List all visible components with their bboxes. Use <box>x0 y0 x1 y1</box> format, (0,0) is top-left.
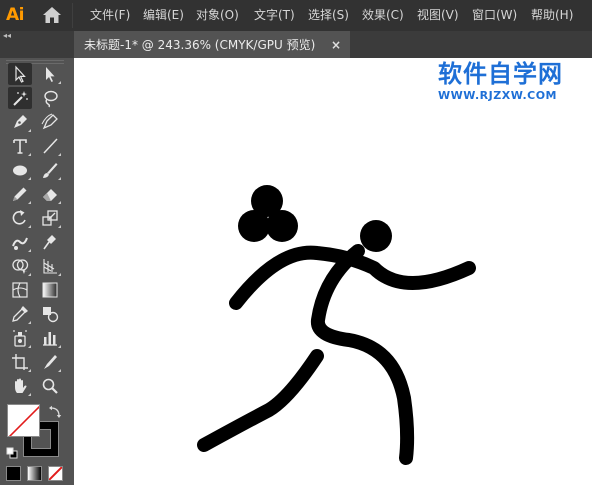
watermark-url: WWW.RJZXW.COM <box>438 89 557 102</box>
perspective-grid-tool-icon[interactable] <box>38 255 62 277</box>
tool-flyout-indicator <box>28 225 31 228</box>
free-transform-tool-icon[interactable] <box>38 231 62 253</box>
color-mode-button[interactable] <box>6 466 21 481</box>
menu-help[interactable]: 帮助(H) <box>531 7 573 23</box>
app-logo: Ai <box>6 5 24 25</box>
shape-builder-tool-icon[interactable] <box>8 255 32 277</box>
close-tab-icon[interactable]: × <box>331 37 341 53</box>
pencil-tool-icon[interactable] <box>8 183 32 205</box>
runner-pictogram <box>197 185 476 465</box>
ellipse-tool-icon[interactable] <box>8 159 32 181</box>
selection-tool-icon[interactable] <box>8 63 32 85</box>
direct-selection-tool-icon[interactable] <box>38 63 62 85</box>
tools-panel <box>0 58 70 485</box>
eraser-tool-icon[interactable] <box>38 183 62 205</box>
none-mode-button[interactable] <box>48 466 63 481</box>
scale-tool-icon[interactable] <box>38 207 62 229</box>
magic-wand-tool-icon[interactable] <box>8 87 32 109</box>
document-tab-label: 未标题-1* @ 243.36% (CMYK/GPU 预览) <box>84 38 316 52</box>
home-icon[interactable] <box>42 6 62 24</box>
tool-flyout-indicator <box>28 177 31 180</box>
gradient-mode-button[interactable] <box>27 466 42 481</box>
tool-flyout-indicator <box>58 201 61 204</box>
column-graph-tool-icon[interactable] <box>38 327 62 349</box>
tool-flyout-indicator <box>58 369 61 372</box>
menu-view[interactable]: 视图(V) <box>417 7 459 23</box>
tool-flyout-indicator <box>28 345 31 348</box>
fill-color-swatch[interactable] <box>7 404 40 437</box>
tool-flyout-indicator <box>28 321 31 324</box>
tool-flyout-indicator <box>58 153 61 156</box>
menu-edit[interactable]: 编辑(E) <box>143 7 184 23</box>
tool-flyout-indicator <box>28 201 31 204</box>
tool-flyout-indicator <box>28 273 31 276</box>
tool-flyout-indicator <box>28 369 31 372</box>
eyedropper-tool-icon[interactable] <box>8 303 32 325</box>
document-tab[interactable]: 未标题-1* @ 243.36% (CMYK/GPU 预览) × <box>74 31 350 58</box>
menu-file[interactable]: 文件(F) <box>90 7 130 23</box>
menu-select[interactable]: 选择(S) <box>308 7 349 23</box>
tool-flyout-indicator <box>58 81 61 84</box>
artboard-tool-icon[interactable] <box>8 351 32 373</box>
tool-flyout-indicator <box>58 225 61 228</box>
tool-flyout-indicator <box>28 153 31 156</box>
menu-separator <box>72 3 73 28</box>
slice-tool-icon[interactable] <box>38 351 62 373</box>
mesh-tool-icon[interactable] <box>8 279 32 301</box>
menu-object[interactable]: 对象(O) <box>196 7 239 23</box>
menu-window[interactable]: 窗口(W) <box>472 7 517 23</box>
menu-type[interactable]: 文字(T) <box>254 7 295 23</box>
collapse-panel-icon[interactable]: ◂◂ <box>3 31 19 41</box>
hand-tool-icon[interactable] <box>8 375 32 397</box>
tool-flyout-indicator <box>58 345 61 348</box>
ball-right <box>266 210 298 242</box>
tool-flyout-indicator <box>28 393 31 396</box>
pen-tool-icon[interactable] <box>8 111 32 133</box>
watermark-title: 软件自学网 <box>438 60 563 88</box>
ball-left <box>238 210 270 242</box>
paintbrush-tool-icon[interactable] <box>38 159 62 181</box>
zoom-tool-icon[interactable] <box>38 375 62 397</box>
default-fill-stroke-icon[interactable] <box>6 444 18 459</box>
tool-flyout-indicator <box>28 249 31 252</box>
swap-fill-stroke-icon[interactable] <box>48 404 62 418</box>
blend-tool-icon[interactable] <box>38 303 62 325</box>
tool-flyout-indicator <box>28 129 31 132</box>
lasso-tool-icon[interactable] <box>38 87 62 109</box>
line-segment-tool-icon[interactable] <box>38 135 62 157</box>
tool-flyout-indicator <box>58 273 61 276</box>
artboard-canvas[interactable] <box>74 58 592 485</box>
curvature-tool-icon[interactable] <box>38 111 62 133</box>
tool-flyout-indicator <box>58 177 61 180</box>
rotate-tool-icon[interactable] <box>8 207 32 229</box>
figure-front-leg <box>197 349 324 452</box>
gradient-tool-icon[interactable] <box>38 279 62 301</box>
figure-head <box>360 220 392 252</box>
type-tool-icon[interactable] <box>8 135 32 157</box>
puppet-warp-tool-icon[interactable] <box>8 231 32 253</box>
menu-effect[interactable]: 效果(C) <box>362 7 404 23</box>
symbol-sprayer-tool-icon[interactable] <box>8 327 32 349</box>
menu-bar: Ai 文件(F) 编辑(E) 对象(O) 文字(T) 选择(S) 效果(C) 视… <box>0 0 592 31</box>
